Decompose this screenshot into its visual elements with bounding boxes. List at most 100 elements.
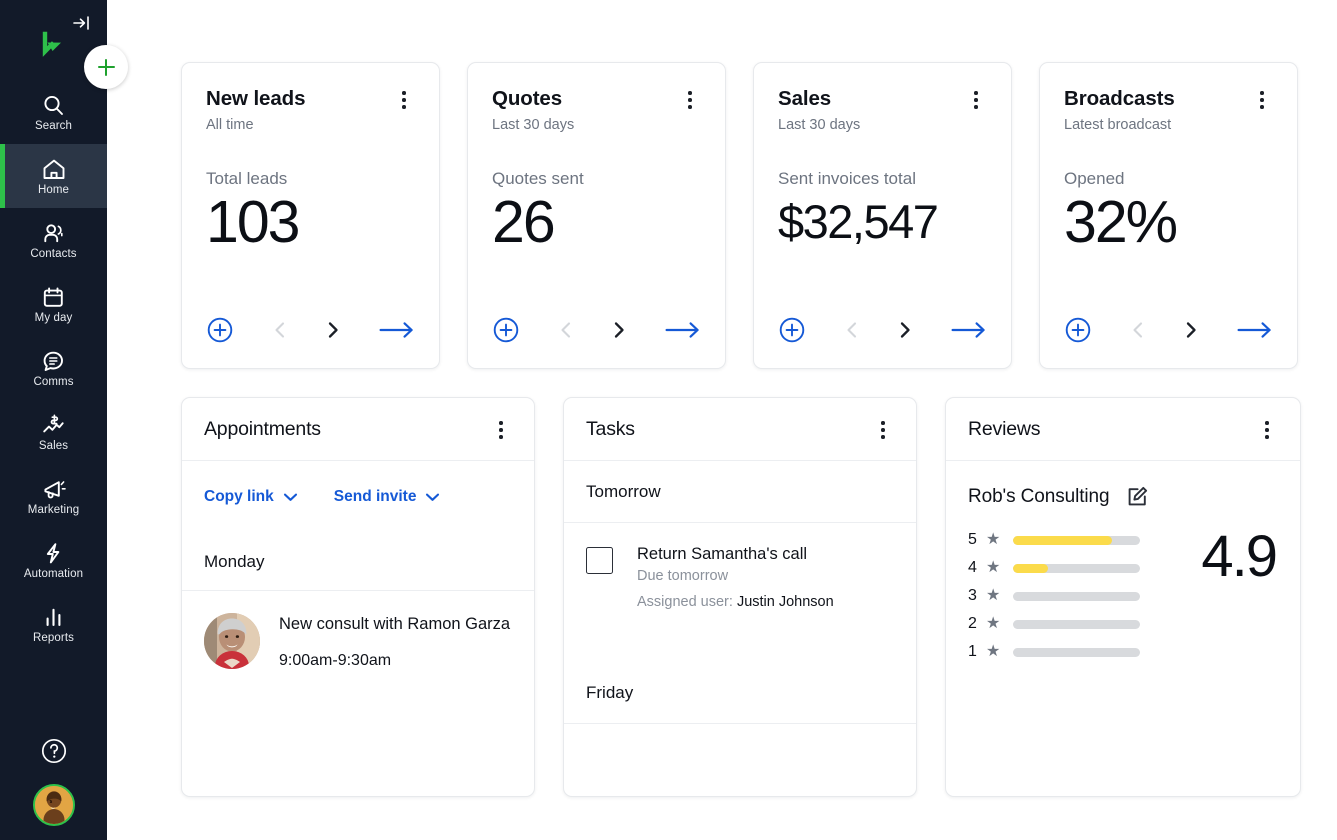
- kpi-card-header: Broadcasts: [1064, 87, 1273, 111]
- sidebar-item-search[interactable]: Search: [0, 80, 107, 144]
- next-icon[interactable]: [323, 319, 343, 341]
- star-icon: ★: [986, 559, 1001, 576]
- more-options-icon[interactable]: [393, 89, 415, 111]
- copy-link-button[interactable]: Copy link: [204, 488, 298, 506]
- star-icon: ★: [986, 587, 1001, 604]
- add-icon[interactable]: [492, 316, 520, 344]
- edit-icon[interactable]: [1125, 485, 1149, 509]
- kpi-subtitle: All time: [206, 117, 254, 133]
- reviews-header: Reviews: [946, 398, 1300, 461]
- kpi-title: Quotes: [492, 87, 563, 110]
- kpi-card-quotes[interactable]: Quotes Last 30 days Quotes sent 26: [467, 62, 726, 369]
- task-checkbox[interactable]: [586, 547, 613, 574]
- sidebar: Search Home Contacts My day Comms Sales …: [0, 0, 128, 840]
- help-icon[interactable]: [39, 736, 69, 766]
- sidebar-item-marketing[interactable]: Marketing: [0, 464, 107, 528]
- more-options-icon[interactable]: [965, 89, 987, 111]
- sidebar-item-label: Reports: [33, 631, 74, 644]
- sidebar-nav: Search Home Contacts My day Comms Sales …: [0, 80, 107, 656]
- rating-bar-row: 2 ★: [968, 615, 1201, 633]
- rating-bar-row: 1 ★: [968, 643, 1201, 661]
- send-invite-label: Send invite: [333, 488, 417, 505]
- go-to-detail-icon[interactable]: [1237, 320, 1273, 340]
- kpi-value: $32,547: [778, 195, 939, 248]
- kpi-card-footer: [1064, 316, 1273, 344]
- task-due: Due tomorrow: [637, 568, 729, 584]
- card-title: Reviews: [968, 417, 1041, 440]
- calendar-icon: [41, 284, 66, 310]
- kpi-subtitle: Last 30 days: [492, 117, 575, 133]
- kpi-card-new-leads[interactable]: New leads All time Total leads 103: [181, 62, 440, 369]
- reviews-body: Rob's Consulting 5 ★ 4 ★ 3 ★ 2 ★ 1 ★ 4.9: [946, 461, 1300, 661]
- tasks-section-friday: Friday: [564, 662, 916, 724]
- add-icon[interactable]: [206, 316, 234, 344]
- sidebar-footer: [0, 736, 107, 840]
- quick-add-button[interactable]: [84, 45, 128, 89]
- go-to-detail-icon[interactable]: [665, 320, 701, 340]
- more-options-icon[interactable]: [1256, 419, 1278, 441]
- previous-icon[interactable]: [1128, 319, 1148, 341]
- reviews-card: Reviews Rob's Consulting 5 ★ 4 ★ 3 ★ 2 ★…: [945, 397, 1301, 797]
- kpi-card-footer: [492, 316, 701, 344]
- appointments-card: Appointments Copy link Send invite Monda…: [181, 397, 535, 797]
- sidebar-item-comms[interactable]: Comms: [0, 336, 107, 400]
- reviews-distribution: Rob's Consulting 5 ★ 4 ★ 3 ★ 2 ★ 1 ★: [968, 485, 1201, 661]
- sidebar-item-automation[interactable]: Automation: [0, 528, 107, 592]
- tasks-header: Tasks: [564, 398, 916, 461]
- more-options-icon[interactable]: [490, 419, 512, 441]
- kpi-card-header: Quotes: [492, 87, 701, 111]
- rating-number: 2: [968, 615, 977, 632]
- appointment-list-item[interactable]: New consult with Ramon Garza 9:00am-9:30…: [182, 591, 534, 670]
- more-options-icon[interactable]: [872, 419, 894, 441]
- rating-bar-track: [1013, 563, 1141, 573]
- megaphone-icon: [41, 476, 67, 502]
- kpi-card-header: Sales: [778, 87, 987, 111]
- previous-icon[interactable]: [270, 319, 290, 341]
- sidebar-item-label: Contacts: [30, 247, 77, 260]
- card-title: Appointments: [204, 417, 321, 440]
- kpi-card-sales[interactable]: Sales Last 30 days Sent invoices total $…: [753, 62, 1012, 369]
- kpi-card-footer: [206, 316, 415, 344]
- more-options-icon[interactable]: [679, 89, 701, 111]
- home-icon: [41, 156, 67, 182]
- sidebar-item-label: Marketing: [27, 503, 80, 516]
- lightning-bolt-icon: [41, 540, 66, 566]
- previous-icon[interactable]: [556, 319, 576, 341]
- average-rating: 4.9: [1201, 524, 1278, 589]
- kpi-card-broadcasts[interactable]: Broadcasts Latest broadcast Opened 32%: [1039, 62, 1298, 369]
- add-icon[interactable]: [1064, 316, 1092, 344]
- rating-bar-row: 4 ★: [968, 559, 1201, 577]
- rating-number: 1: [968, 643, 977, 660]
- sidebar-item-home[interactable]: Home: [0, 144, 107, 208]
- widgets-row: Appointments Copy link Send invite Monda…: [181, 397, 1337, 797]
- kpi-title: Sales: [778, 87, 832, 110]
- next-icon[interactable]: [895, 319, 915, 341]
- rating-number: 3: [968, 587, 977, 604]
- previous-icon[interactable]: [842, 319, 862, 341]
- sidebar-item-contacts[interactable]: Contacts: [0, 208, 107, 272]
- more-options-icon[interactable]: [1251, 89, 1273, 111]
- avatar[interactable]: [32, 784, 75, 826]
- kpi-title: Broadcasts: [1064, 87, 1175, 110]
- go-to-detail-icon[interactable]: [379, 320, 415, 340]
- rating-number: 5: [968, 531, 977, 548]
- appointments-actions: Copy link Send invite: [182, 461, 534, 533]
- add-icon[interactable]: [778, 316, 806, 344]
- chevron-down-icon: [426, 493, 440, 501]
- task-assigned: Assigned user: Justin Johnson: [637, 594, 834, 610]
- task-list-item[interactable]: Return Samantha's call Due tomorrow Assi…: [564, 523, 916, 610]
- next-icon[interactable]: [609, 319, 629, 341]
- sidebar-item-reports[interactable]: Reports: [0, 592, 107, 656]
- sidebar-item-my-day[interactable]: My day: [0, 272, 107, 336]
- kpi-subtitle: Latest broadcast: [1064, 117, 1172, 133]
- tasks-spacer: [564, 610, 916, 662]
- sidebar-item-sales[interactable]: Sales: [0, 400, 107, 464]
- sidebar-item-label: Sales: [38, 439, 69, 452]
- tasks-card: Tasks Tomorrow Return Samantha's call Du…: [563, 397, 917, 797]
- next-icon[interactable]: [1181, 319, 1201, 341]
- go-to-detail-icon[interactable]: [951, 320, 987, 340]
- collapse-sidebar-icon[interactable]: [69, 10, 95, 36]
- sidebar-item-label: Home: [37, 183, 70, 196]
- send-invite-button[interactable]: Send invite: [334, 488, 441, 506]
- appointments-header: Appointments: [182, 398, 534, 461]
